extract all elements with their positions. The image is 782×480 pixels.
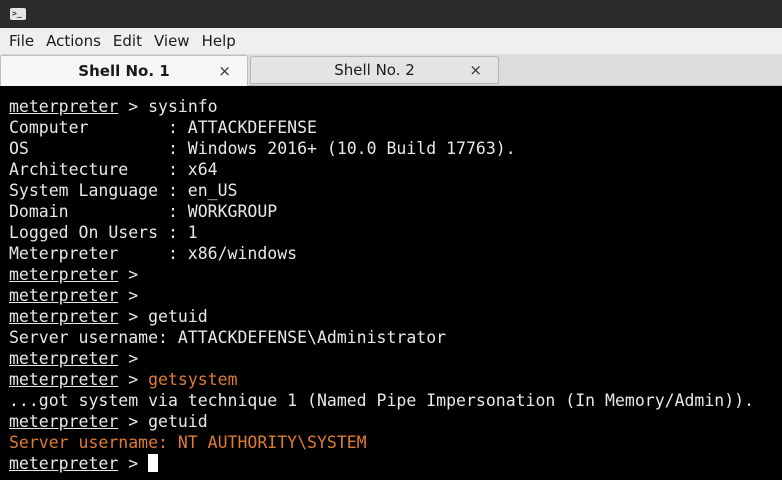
terminal-line: Server username: ATTACKDEFENSE\Administr…: [9, 327, 782, 348]
command-text: > sysinfo: [118, 97, 218, 116]
prompt-label: meterpreter: [9, 370, 119, 389]
output-text: OS : Windows 2016+ (10.0 Build 17763).: [9, 139, 516, 158]
terminal-line: meterpreter >: [9, 285, 782, 306]
close-icon[interactable]: ×: [469, 61, 482, 79]
prompt-label: meterpreter: [9, 349, 119, 368]
terminal-line: meterpreter >: [9, 348, 782, 369]
menu-bar: File Actions Edit View Help: [0, 28, 782, 54]
menu-edit[interactable]: Edit: [107, 28, 148, 54]
tab-shell-2-label: Shell No. 2: [334, 61, 415, 79]
command-text: >: [118, 454, 149, 473]
text-cursor: [148, 454, 159, 472]
command-text: >: [118, 265, 139, 284]
tab-shell-1-label: Shell No. 1: [78, 62, 170, 80]
terminal-line: Logged On Users : 1: [9, 222, 782, 243]
output-text: ...got system via technique 1 (Named Pip…: [9, 391, 755, 410]
menu-actions[interactable]: Actions: [40, 28, 107, 54]
terminal-icon-glyph: >_: [12, 9, 22, 18]
prompt-label: meterpreter: [9, 97, 119, 116]
prompt-separator: >: [118, 370, 149, 389]
output-text: Architecture : x64: [9, 160, 218, 179]
menu-view[interactable]: View: [148, 28, 196, 54]
command-text: >: [118, 286, 139, 305]
output-text: System Language : en_US: [9, 181, 238, 200]
output-text: Computer : ATTACKDEFENSE: [9, 118, 317, 137]
command-text: > getuid: [118, 412, 208, 431]
title-bar: >_: [0, 0, 782, 28]
command-text: >: [118, 349, 139, 368]
terminal-line: meterpreter >: [9, 453, 782, 474]
tab-bar: Shell No. 1 × Shell No. 2 ×: [0, 54, 782, 86]
terminal-line: meterpreter > getuid: [9, 411, 782, 432]
close-icon[interactable]: ×: [218, 62, 231, 80]
terminal-line: Architecture : x64: [9, 159, 782, 180]
menu-file[interactable]: File: [3, 28, 40, 54]
terminal-line: meterpreter > sysinfo: [9, 96, 782, 117]
terminal-line: Server username: NT AUTHORITY\SYSTEM: [9, 432, 782, 453]
tab-shell-2[interactable]: Shell No. 2 ×: [250, 56, 499, 84]
terminal-window: >_ File Actions Edit View Help Shell No.…: [0, 0, 782, 480]
output-text: Domain : WORKGROUP: [9, 202, 278, 221]
terminal-line: meterpreter > getsystem: [9, 369, 782, 390]
prompt-label: meterpreter: [9, 412, 119, 431]
tab-shell-1[interactable]: Shell No. 1 ×: [0, 55, 248, 86]
terminal-icon: >_: [10, 8, 26, 20]
menu-help[interactable]: Help: [196, 28, 242, 54]
output-text: Server username: ATTACKDEFENSE\Administr…: [9, 328, 447, 347]
prompt-label: meterpreter: [9, 265, 119, 284]
terminal-line: Meterpreter : x86/windows: [9, 243, 782, 264]
terminal-line: Domain : WORKGROUP: [9, 201, 782, 222]
command-text: > getuid: [118, 307, 208, 326]
terminal-line: meterpreter >: [9, 264, 782, 285]
terminal-line: meterpreter > getuid: [9, 306, 782, 327]
output-highlight: Server username: NT AUTHORITY\SYSTEM: [9, 433, 367, 452]
command-highlight: getsystem: [148, 370, 238, 389]
terminal-line: ...got system via technique 1 (Named Pip…: [9, 390, 782, 411]
terminal-output[interactable]: meterpreter > sysinfo Computer : ATTACKDE…: [0, 86, 782, 480]
prompt-label: meterpreter: [9, 307, 119, 326]
terminal-line: OS : Windows 2016+ (10.0 Build 17763).: [9, 138, 782, 159]
terminal-line: System Language : en_US: [9, 180, 782, 201]
prompt-label: meterpreter: [9, 454, 119, 473]
output-text: Meterpreter : x86/windows: [9, 244, 298, 263]
output-text: Logged On Users : 1: [9, 223, 198, 242]
prompt-label: meterpreter: [9, 286, 119, 305]
terminal-line: Computer : ATTACKDEFENSE: [9, 117, 782, 138]
